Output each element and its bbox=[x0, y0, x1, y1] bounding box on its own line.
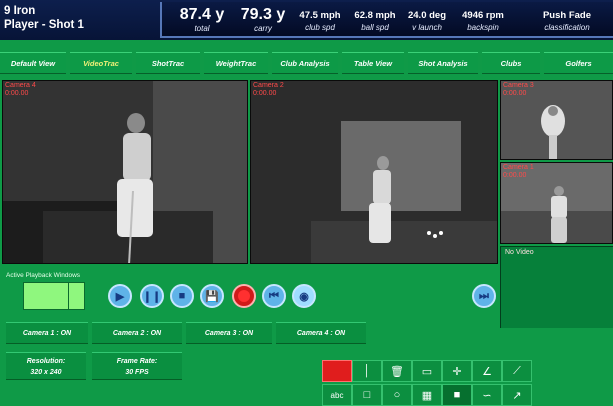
stat-carry: 79.3 y carry bbox=[240, 6, 286, 33]
camera-4-golfer bbox=[117, 113, 153, 263]
club-name: 9 Iron bbox=[4, 5, 36, 17]
camera-3-status[interactable]: Camera 3 : ON bbox=[186, 322, 272, 344]
tab-club-analysis[interactable]: Club Analysis bbox=[272, 52, 338, 74]
save-icon[interactable]: 💾 bbox=[200, 284, 224, 308]
rectangle-icon[interactable]: □ bbox=[352, 384, 382, 406]
tab-golfers[interactable]: Golfers bbox=[544, 52, 613, 74]
camera-2-label: Camera 2 0:00.00 bbox=[253, 82, 284, 97]
record-icon[interactable] bbox=[232, 284, 256, 308]
header-bar: 9 Iron Player - Shot 1 87.4 y total 79.3 … bbox=[0, 0, 613, 40]
tab-shot-analysis[interactable]: Shot Analysis bbox=[408, 52, 478, 74]
stat-club-speed: 47.5 mph club spd bbox=[299, 10, 341, 32]
shot-stats-panel: 87.4 y total 79.3 y carry 47.5 mph club spd… bbox=[160, 2, 613, 38]
trash-icon[interactable]: 🗑 bbox=[382, 360, 412, 382]
shot-title: 9 Iron Player - Shot 1 bbox=[4, 4, 154, 32]
tab-table-view[interactable]: Table View bbox=[342, 52, 404, 74]
main-nav: Default View VideoTrac ShotTrac WeightTr… bbox=[0, 48, 613, 78]
pause-icon[interactable]: ❙❙ bbox=[140, 284, 164, 308]
resolution-label: Resolution: bbox=[26, 358, 66, 365]
frame-rate-label: Frame Rate: bbox=[116, 358, 158, 365]
stat-ball-speed: 62.8 mph ball spd bbox=[354, 10, 396, 32]
line-icon[interactable]: ⟋ bbox=[502, 360, 532, 382]
cursor-icon[interactable]: ◉ bbox=[292, 284, 316, 308]
circle-icon[interactable]: ○ bbox=[382, 384, 412, 406]
stat-v-launch: 24.0 deg v launch bbox=[407, 10, 447, 32]
camera-2-view[interactable]: Camera 2 0:00.00 bbox=[250, 80, 498, 264]
tab-clubs[interactable]: Clubs bbox=[482, 52, 540, 74]
tab-shottrac[interactable]: ShotTrac bbox=[136, 52, 200, 74]
fill-icon[interactable]: ■ bbox=[442, 384, 472, 406]
angle-icon[interactable]: ∠ bbox=[472, 360, 502, 382]
playback-window-selector[interactable] bbox=[23, 282, 85, 310]
camera-3-view[interactable]: Camera 3 0:00.00 bbox=[500, 80, 613, 160]
resolution-box[interactable]: Resolution: 320 x 240 bbox=[6, 352, 86, 380]
stat-classification: Push Fade classification bbox=[542, 10, 592, 32]
camera-4-label: Camera 4 0:00.00 bbox=[5, 82, 36, 97]
curve-icon[interactable]: ∽ bbox=[472, 384, 502, 406]
no-video-label: No Video bbox=[505, 249, 534, 256]
camera-4-view[interactable]: Camera 4 0:00.00 bbox=[2, 80, 248, 264]
arrow-icon[interactable]: ↗ bbox=[502, 384, 532, 406]
camera-1-label: Camera 1 0:00.00 bbox=[503, 164, 534, 179]
text-icon[interactable]: abc bbox=[322, 384, 352, 406]
camera-2-golfer bbox=[369, 156, 443, 243]
camera-2-status[interactable]: Camera 2 : ON bbox=[92, 322, 182, 344]
frame-rate-box[interactable]: Frame Rate: 30 FPS bbox=[92, 352, 182, 380]
active-playback-label: Active Playback Windows bbox=[6, 272, 81, 279]
tab-videotrac[interactable]: VideoTrac bbox=[70, 52, 132, 74]
eraser-icon[interactable]: ▭ bbox=[412, 360, 442, 382]
play-icon[interactable]: ▶ bbox=[108, 284, 132, 308]
grid-icon[interactable]: ▦ bbox=[412, 384, 442, 406]
camera-1-view[interactable]: Camera 1 0:00.00 bbox=[500, 162, 613, 244]
no-video-panel: No Video bbox=[500, 246, 613, 328]
color-swatch[interactable] bbox=[322, 360, 352, 382]
camera-4-status[interactable]: Camera 4 : ON bbox=[276, 322, 366, 344]
move-icon[interactable]: ✛ bbox=[442, 360, 472, 382]
frame-rate-value: 30 FPS bbox=[125, 369, 149, 376]
stat-total: 87.4 y total bbox=[179, 6, 225, 33]
skip-back-icon[interactable]: ⏮ bbox=[262, 284, 286, 308]
tab-weighttrac[interactable]: WeightTrac bbox=[204, 52, 268, 74]
line-width-icon[interactable]: │ bbox=[352, 360, 382, 382]
stat-backspin: 4946 rpm backspin bbox=[462, 10, 504, 32]
skip-forward-icon[interactable]: ⏭ bbox=[472, 284, 496, 308]
drawing-toolbar: │ 🗑 ▭ ✛ ∠ ⟋ abc □ ○ ▦ ■ ∽ ↗ bbox=[322, 358, 536, 406]
stop-icon[interactable]: ■ bbox=[170, 284, 194, 308]
player-shot: Player - Shot 1 bbox=[4, 19, 84, 31]
resolution-value: 320 x 240 bbox=[30, 369, 62, 376]
camera-1-status[interactable]: Camera 1 : ON bbox=[6, 322, 88, 344]
tab-default-view[interactable]: Default View bbox=[0, 52, 66, 74]
camera-3-label: Camera 3 0:00.00 bbox=[503, 82, 534, 97]
